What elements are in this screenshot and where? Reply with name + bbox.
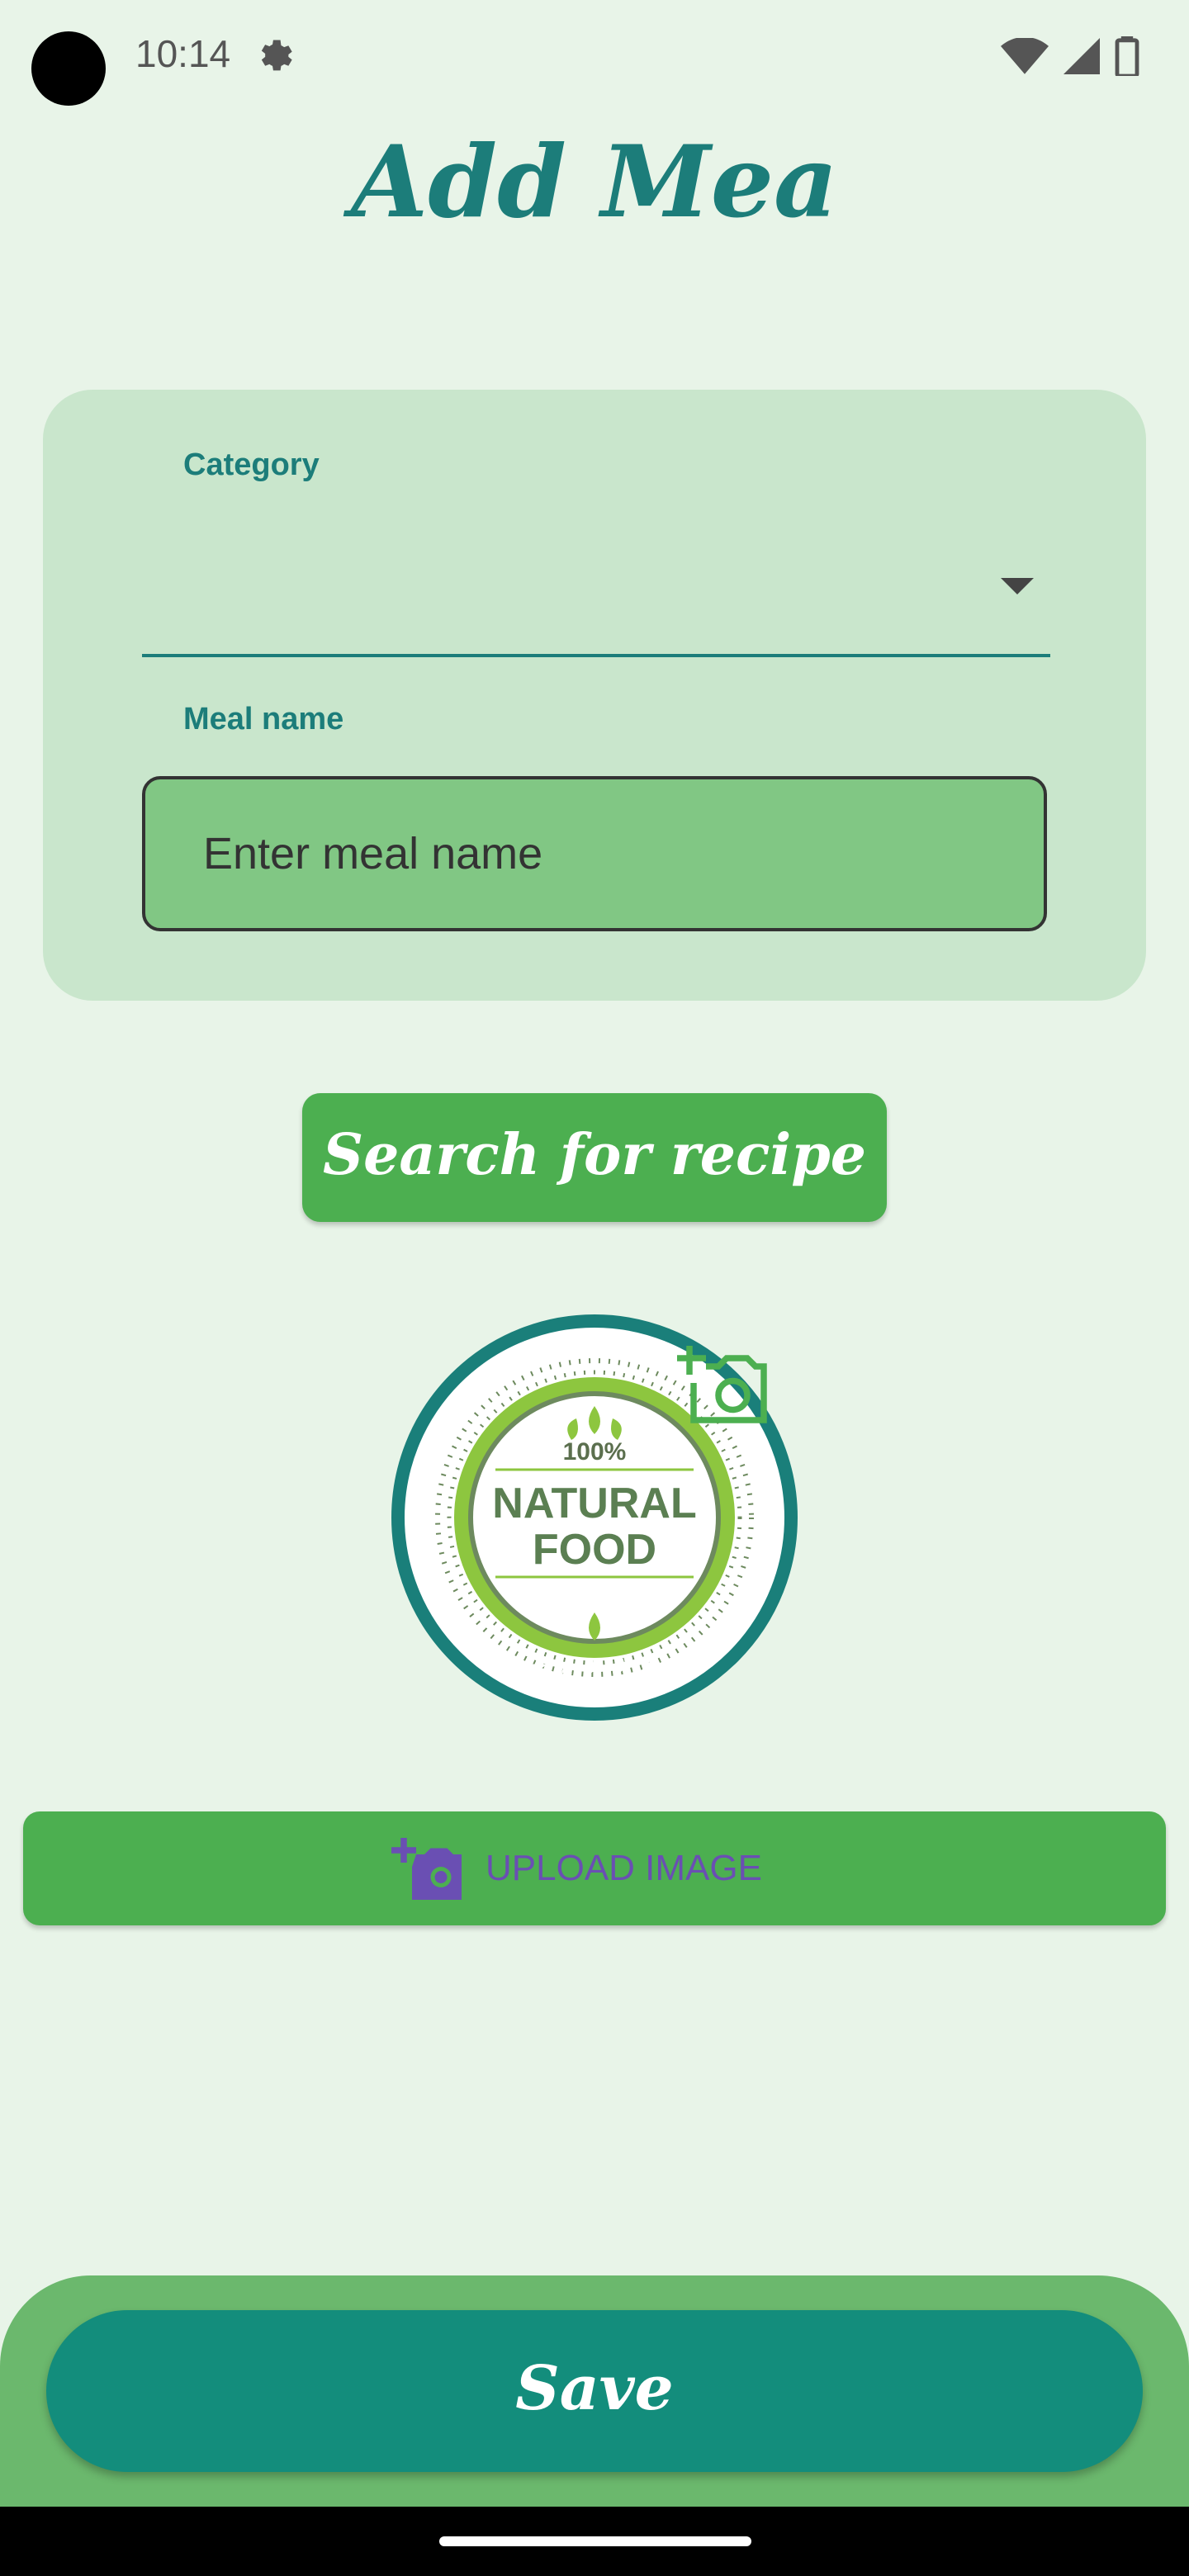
wifi-icon [1001,38,1049,74]
add-photo-icon[interactable] [677,1346,768,1428]
save-button[interactable]: Save [46,2310,1143,2472]
status-bar: 10:14 [0,0,1189,116]
category-dropdown[interactable] [142,512,1050,657]
category-label: Category [183,447,320,482]
gear-icon [261,40,292,71]
battery-icon [1115,36,1139,76]
badge-line1: NATURAL [492,1480,696,1527]
upload-image-label: UPLOAD IMAGE [486,1848,762,1888]
upload-image-button[interactable]: UPLOAD IMAGE [23,1811,1166,1925]
camera-cutout [31,31,106,106]
badge-line2: FOOD [533,1526,656,1574]
signal-icon [1063,38,1100,74]
badge-top-text: 100% [563,1438,627,1466]
system-nav-bar [0,2507,1189,2576]
chevron-down-icon [1001,578,1034,594]
meal-name-label: Meal name [183,702,344,736]
home-gesture-handle[interactable] [439,2536,751,2546]
camera-plus-icon [391,1838,462,1900]
meal-name-input[interactable]: Enter meal name [142,776,1047,931]
page-title: Add Mea [351,124,838,240]
status-time: 10:14 [135,32,231,75]
search-recipe-button[interactable]: Search for recipe [302,1093,887,1222]
svg-text:★ ★ ★ ★ ★: ★ ★ ★ ★ ★ [528,1653,661,1680]
